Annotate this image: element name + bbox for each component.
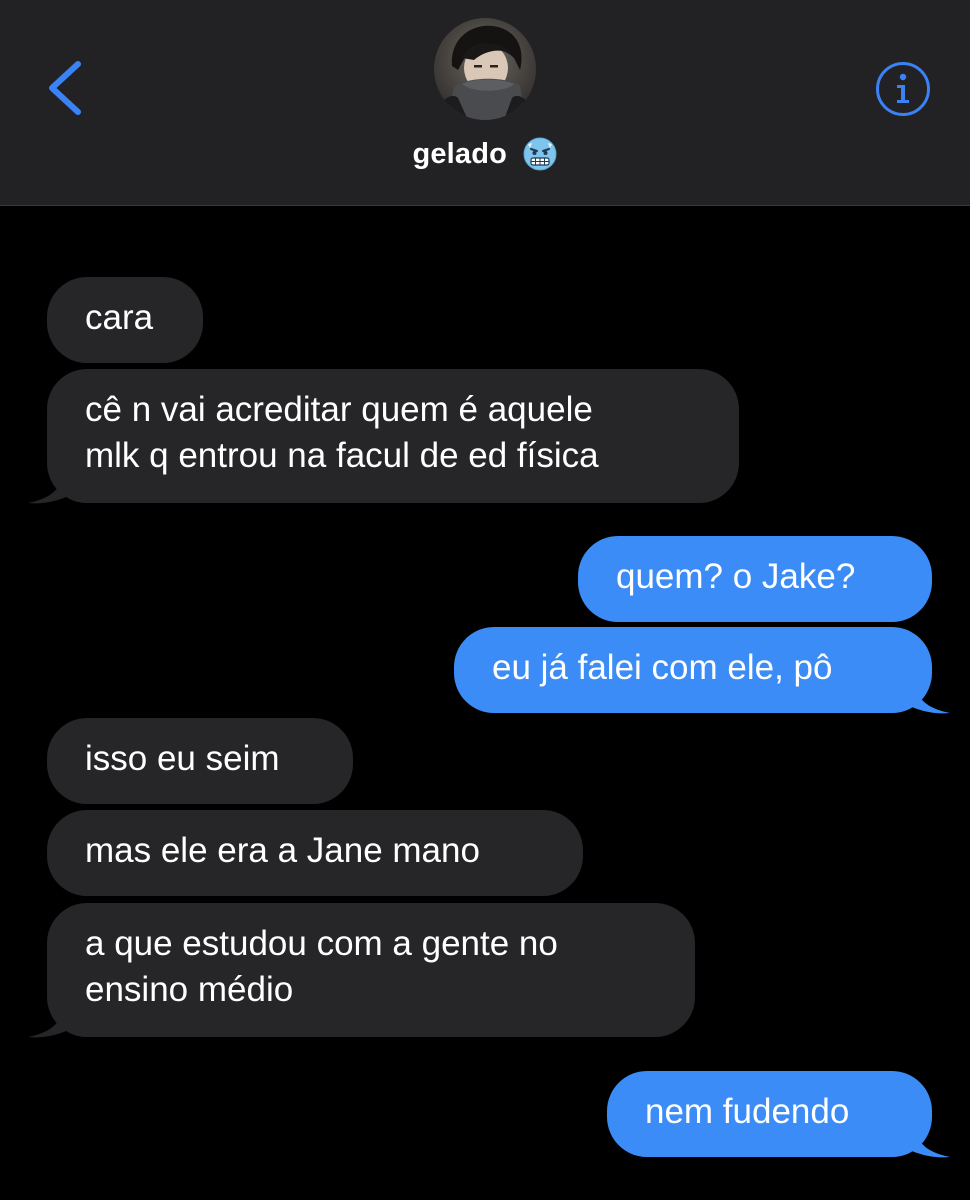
info-icon bbox=[876, 62, 930, 116]
sent-message-bubble[interactable]: eu já falei com ele, pô bbox=[454, 627, 932, 713]
contact-name: gelado bbox=[412, 137, 508, 170]
bubble-tail bbox=[28, 997, 74, 1038]
received-message-bubble[interactable]: cê n vai acreditar quem é aquele mlk q e… bbox=[47, 369, 739, 503]
conversation-header: gelado bbox=[0, 0, 970, 206]
message-text: mlk q entrou na facul de ed física bbox=[85, 436, 599, 475]
message-text: isso eu seim bbox=[85, 739, 280, 778]
message-text: cê n vai acreditar quem é aquele bbox=[85, 390, 593, 429]
bubble-tail bbox=[904, 673, 950, 714]
chevron-left-icon bbox=[49, 61, 81, 115]
received-message-bubble[interactable]: a que estudou com a gente no ensino médi… bbox=[47, 903, 695, 1037]
message-text: ensino médio bbox=[85, 970, 294, 1009]
message-text: cara bbox=[85, 298, 154, 337]
cold-face-emoji-icon bbox=[523, 137, 557, 171]
contact-avatar[interactable] bbox=[434, 18, 536, 120]
message-text: nem fudendo bbox=[645, 1092, 850, 1131]
received-message-bubble[interactable]: cara bbox=[47, 277, 203, 363]
received-message-bubble[interactable]: mas ele era a Jane mano bbox=[47, 810, 583, 896]
bubble-tail bbox=[28, 463, 74, 504]
sent-message-bubble[interactable]: quem? o Jake? bbox=[578, 536, 932, 622]
message-text: mas ele era a Jane mano bbox=[85, 831, 480, 870]
received-message-bubble[interactable]: isso eu seim bbox=[47, 718, 353, 804]
avatar-photo bbox=[434, 18, 536, 120]
contact-name-row[interactable]: gelado bbox=[0, 136, 970, 172]
message-text: quem? o Jake? bbox=[616, 557, 856, 596]
info-button[interactable] bbox=[874, 60, 932, 118]
message-text: a que estudou com a gente no bbox=[85, 924, 558, 963]
sent-message-bubble[interactable]: nem fudendo bbox=[607, 1071, 932, 1157]
message-thread[interactable]: cara cê n vai acreditar quem é aquele ml… bbox=[0, 206, 970, 1200]
message-text: eu já falei com ele, pô bbox=[492, 648, 833, 687]
back-button[interactable] bbox=[40, 58, 90, 118]
bubble-tail bbox=[904, 1117, 950, 1158]
